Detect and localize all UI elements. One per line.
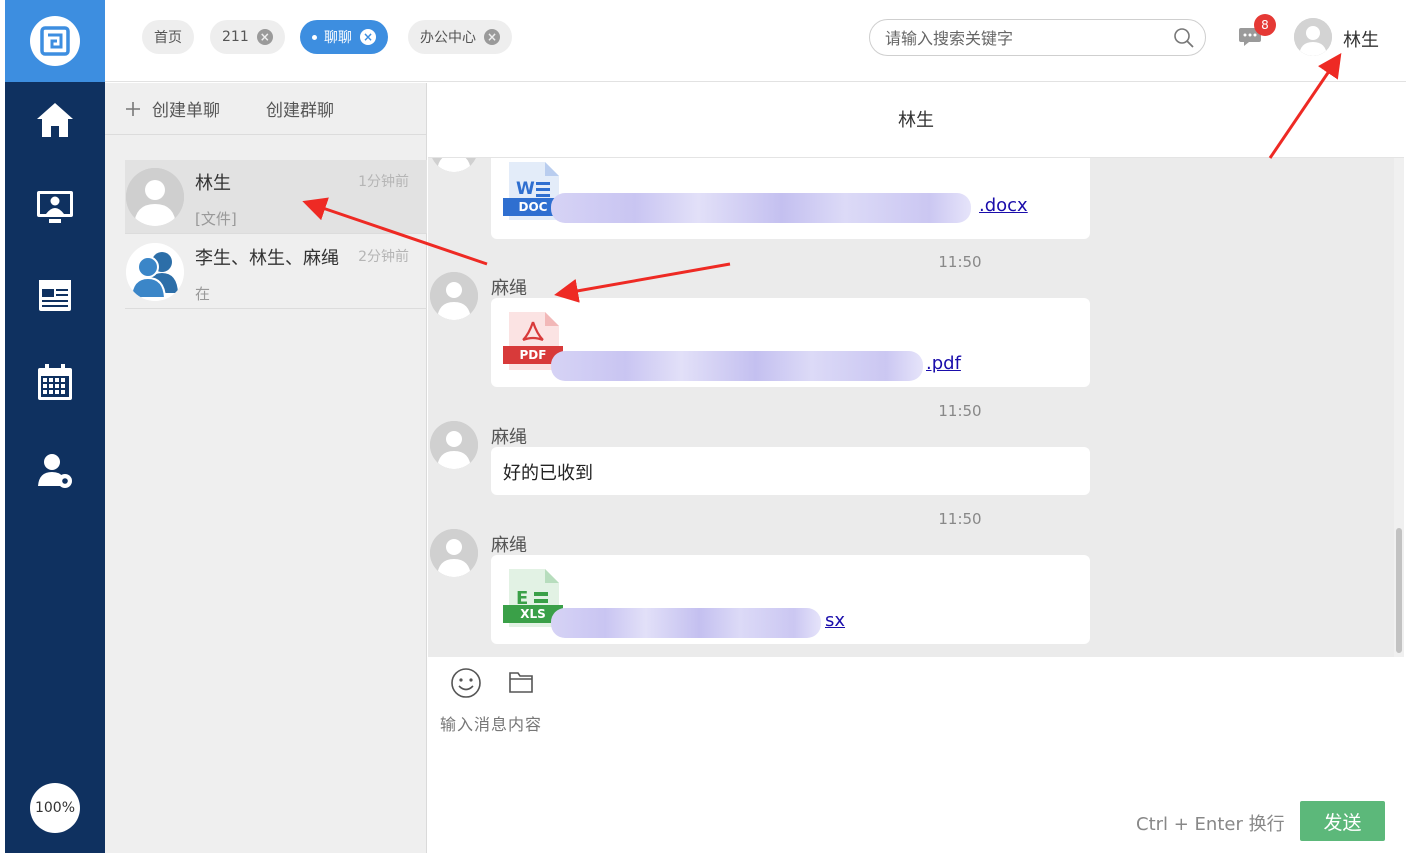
tab-office-center[interactable]: 办公中心 × bbox=[408, 20, 512, 54]
rail-calendar[interactable] bbox=[5, 357, 105, 407]
plus-icon bbox=[126, 101, 140, 116]
conversation-name: 李生、林生、麻绳 bbox=[195, 248, 339, 269]
composer: Ctrl + Enter 换行 发送 bbox=[428, 657, 1404, 853]
rail-user-settings[interactable] bbox=[5, 446, 105, 496]
group-avatar-icon bbox=[126, 243, 184, 301]
message-list[interactable]: W DOC .docx 11:50 麻绳 PDF .pdf 11:50 麻绳 好… bbox=[428, 158, 1394, 657]
conversation-time: 2分钟前 bbox=[358, 249, 409, 265]
chat-title: 林生 bbox=[428, 83, 1404, 158]
message-time: 11:50 bbox=[938, 253, 982, 271]
left-rail: 100% bbox=[5, 0, 105, 853]
user-settings-icon bbox=[38, 454, 72, 488]
sidebar-actions: 创建单聊 创建群聊 bbox=[105, 83, 426, 135]
close-icon[interactable]: × bbox=[484, 29, 500, 45]
newline-hint: Ctrl + Enter 换行 bbox=[1136, 814, 1285, 835]
scrollbar-thumb[interactable] bbox=[1396, 528, 1402, 653]
top-bar: 首页 211 × 聊聊 × 办公中心 × 8 bbox=[105, 0, 1406, 82]
folder-icon[interactable] bbox=[508, 669, 534, 699]
tab-home[interactable]: 首页 bbox=[142, 20, 194, 54]
app-logo[interactable] bbox=[5, 0, 105, 82]
avatar bbox=[430, 158, 478, 172]
message-sender: 麻绳 bbox=[491, 535, 527, 556]
create-single-chat-button[interactable]: 创建单聊 bbox=[125, 96, 220, 121]
close-icon[interactable]: × bbox=[360, 29, 376, 45]
news-icon bbox=[39, 280, 71, 311]
active-dot bbox=[312, 34, 317, 40]
conversation-name: 林生 bbox=[195, 173, 231, 194]
search-box bbox=[869, 19, 1206, 56]
notification-badge: 8 bbox=[1254, 14, 1276, 36]
create-single-chat-label: 创建单聊 bbox=[152, 101, 220, 121]
rail-news[interactable] bbox=[5, 270, 105, 320]
conversation-time: 1分钟前 bbox=[358, 174, 409, 190]
search-input[interactable] bbox=[885, 26, 1165, 50]
file-link[interactable]: .pdf bbox=[926, 353, 961, 374]
search-icon[interactable] bbox=[1173, 27, 1195, 53]
avatar bbox=[126, 243, 184, 301]
logo-badge bbox=[30, 16, 80, 66]
redacted-filename bbox=[551, 608, 821, 638]
tab-label: 办公中心 bbox=[420, 30, 476, 46]
tab-label: 首页 bbox=[154, 30, 182, 46]
svg-text:W: W bbox=[516, 179, 535, 199]
redacted-filename bbox=[551, 193, 971, 223]
tab-chat[interactable]: 聊聊 × bbox=[300, 20, 388, 54]
file-message: E XLS sx bbox=[491, 555, 1090, 644]
message-text: 好的已收到 bbox=[503, 463, 593, 484]
file-link[interactable]: .docx bbox=[979, 195, 1028, 216]
conversation-sidebar: 创建单聊 创建群聊 林生 1分钟前 [文件] 李生、林生、麻绳 2分钟前 在 bbox=[105, 83, 427, 853]
send-button[interactable]: 发送 bbox=[1300, 801, 1385, 841]
avatar bbox=[430, 272, 478, 320]
file-message: W DOC .docx bbox=[491, 158, 1090, 239]
conversation-item[interactable]: 李生、林生、麻绳 2分钟前 在 bbox=[125, 235, 427, 309]
conversation-preview: [文件] bbox=[195, 210, 237, 228]
emoji-icon[interactable] bbox=[450, 667, 482, 703]
tab-label: 211 bbox=[222, 29, 249, 45]
message-time: 11:50 bbox=[938, 510, 982, 528]
user-avatar-icon bbox=[1294, 18, 1332, 56]
rail-monitor[interactable] bbox=[5, 182, 105, 232]
file-message: PDF .pdf bbox=[491, 298, 1090, 387]
file-link[interactable]: sx bbox=[825, 610, 845, 631]
monitor-user-icon bbox=[37, 191, 73, 223]
svg-text:XLS: XLS bbox=[520, 607, 546, 621]
close-icon[interactable]: × bbox=[256, 29, 273, 45]
logo-icon bbox=[40, 26, 70, 56]
conversation-item[interactable]: 林生 1分钟前 [文件] bbox=[125, 160, 427, 234]
svg-text:DOC: DOC bbox=[519, 200, 548, 214]
conversation-preview: 在 bbox=[195, 285, 211, 303]
rail-home[interactable] bbox=[5, 95, 105, 145]
create-group-chat-button[interactable]: 创建群聊 bbox=[266, 96, 334, 121]
tab-label: 聊聊 bbox=[324, 30, 352, 46]
current-user-name[interactable]: 林生 bbox=[1343, 26, 1379, 52]
svg-text:PDF: PDF bbox=[520, 348, 547, 362]
message-sender: 麻绳 bbox=[491, 278, 527, 299]
avatar bbox=[430, 421, 478, 469]
user-avatar-icon bbox=[126, 168, 184, 226]
message-time: 11:50 bbox=[938, 402, 982, 420]
chat-app: 100% 首页 211 × 聊聊 × 办公中心 × 请输入搜索关键字 8 林生 … bbox=[0, 0, 1406, 853]
redacted-filename bbox=[551, 351, 923, 381]
zoom-level[interactable]: 100% bbox=[30, 783, 80, 833]
avatar bbox=[126, 168, 184, 226]
message-scrollbar[interactable] bbox=[1394, 158, 1404, 657]
tab-211[interactable]: 211 × bbox=[210, 20, 285, 54]
avatar bbox=[430, 529, 478, 577]
avatar[interactable] bbox=[1294, 18, 1332, 56]
message-sender: 麻绳 bbox=[491, 427, 527, 448]
home-icon bbox=[37, 103, 73, 137]
message-input[interactable] bbox=[440, 711, 1390, 771]
text-message: 好的已收到 bbox=[491, 447, 1090, 495]
calendar-icon bbox=[38, 364, 72, 400]
